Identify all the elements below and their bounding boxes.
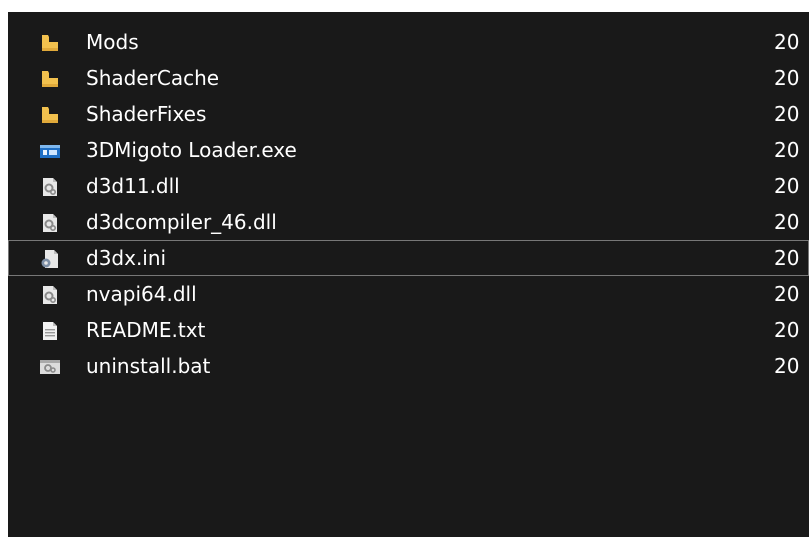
file-row-3dmigoto-loader[interactable]: 3DMigoto Loader.exe 20 <box>8 132 809 168</box>
file-name: d3dx.ini <box>86 246 167 270</box>
file-name: nvapi64.dll <box>86 282 197 306</box>
file-name: d3dcompiler_46.dll <box>86 210 277 234</box>
file-name: Mods <box>86 30 139 54</box>
folder-icon <box>39 33 61 53</box>
file-date-modified: 20 <box>774 30 800 54</box>
file-row-shadercache[interactable]: ShaderCache 20 <box>8 60 809 96</box>
text-file-icon <box>39 321 61 341</box>
file-name: uninstall.bat <box>86 354 211 378</box>
folder-icon <box>39 105 61 125</box>
file-list: Mods 20 ShaderCache 20 ShaderFixes 20 3D… <box>8 24 809 384</box>
dll-icon <box>39 285 61 305</box>
file-row-d3dx-ini[interactable]: d3dx.ini 20 <box>8 240 809 276</box>
folder-icon <box>39 69 61 89</box>
file-date-modified: 20 <box>774 210 800 234</box>
file-row-mods[interactable]: Mods 20 <box>8 24 809 60</box>
file-row-shaderfixes[interactable]: ShaderFixes 20 <box>8 96 809 132</box>
batch-file-icon <box>39 357 61 377</box>
file-name: ShaderCache <box>86 66 220 90</box>
file-date-modified: 20 <box>774 174 800 198</box>
file-name: 3DMigoto Loader.exe <box>86 138 297 162</box>
file-explorer-pane: Mods 20 ShaderCache 20 ShaderFixes 20 3D… <box>8 12 809 537</box>
file-row-uninstall-bat[interactable]: uninstall.bat 20 <box>8 348 809 384</box>
dll-icon <box>39 213 61 233</box>
file-name: d3d11.dll <box>86 174 180 198</box>
file-row-d3d11-dll[interactable]: d3d11.dll 20 <box>8 168 809 204</box>
dll-icon <box>39 177 61 197</box>
file-date-modified: 20 <box>774 138 800 162</box>
file-name: README.txt <box>86 318 206 342</box>
file-name: ShaderFixes <box>86 102 207 126</box>
file-date-modified: 20 <box>774 102 800 126</box>
file-row-readme-txt[interactable]: README.txt 20 <box>8 312 809 348</box>
file-date-modified: 20 <box>774 318 800 342</box>
settings-file-icon <box>39 249 61 269</box>
application-icon <box>39 141 61 161</box>
file-row-d3dcompiler-dll[interactable]: d3dcompiler_46.dll 20 <box>8 204 809 240</box>
file-date-modified: 20 <box>774 282 800 306</box>
file-row-nvapi64-dll[interactable]: nvapi64.dll 20 <box>8 276 809 312</box>
file-date-modified: 20 <box>774 354 800 378</box>
file-date-modified: 20 <box>774 66 800 90</box>
file-date-modified: 20 <box>774 246 800 270</box>
